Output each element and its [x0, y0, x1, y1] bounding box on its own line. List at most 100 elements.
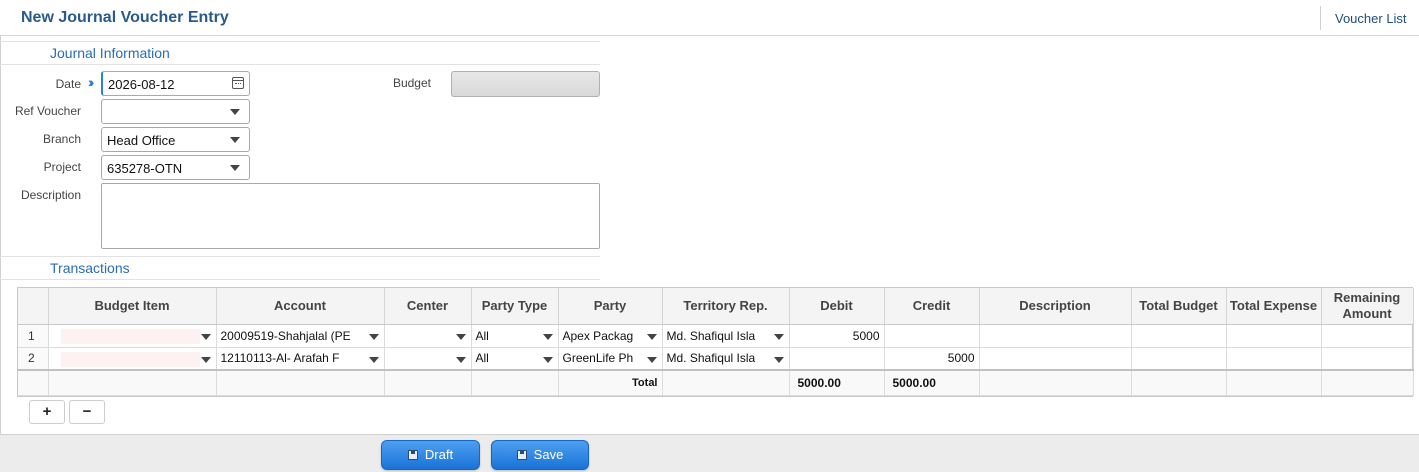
row-number: 1 — [18, 324, 49, 348]
total-row-spacer — [216, 369, 385, 396]
territory-rep-value: Md. Shafiqul Isla — [666, 351, 756, 366]
table-row: 2 12110113-Al- Arafah F All GreenLife Ph… — [18, 347, 1414, 371]
description-cell[interactable] — [979, 347, 1132, 371]
column-header[interactable]: Budget Item — [48, 288, 217, 325]
chevron-down-icon — [773, 356, 784, 363]
calendar-icon[interactable] — [232, 77, 244, 89]
ref-voucher-select[interactable] — [101, 99, 250, 124]
party-type-cell[interactable]: All — [471, 324, 559, 348]
transactions-table: Budget Item Account Center Party Type Pa… — [18, 288, 1414, 396]
budget-item-highlight — [60, 351, 200, 367]
header-divider — [1320, 6, 1321, 30]
page-title: New Journal Voucher Entry — [21, 9, 229, 26]
territory-rep-value: Md. Shafiqul Isla — [666, 328, 756, 343]
branch-select[interactable]: Head Office — [101, 127, 250, 152]
total-credit: 5000.00 — [884, 369, 980, 396]
branch-value: Head Office — [107, 133, 176, 148]
project-select[interactable]: 635278-OTN — [101, 155, 250, 180]
remove-row-button[interactable]: − — [69, 400, 105, 424]
chevron-down-icon — [200, 356, 211, 363]
ref-voucher-label: Ref Voucher — [14, 104, 81, 118]
add-row-button[interactable]: + — [29, 400, 65, 424]
chevron-down-icon — [542, 333, 553, 340]
center-cell[interactable] — [384, 347, 472, 371]
total-row-spacer — [662, 369, 790, 396]
date-field[interactable]: 2026-08-12 — [101, 71, 250, 96]
remaining-amount-cell — [1321, 347, 1414, 371]
chevron-down-icon — [368, 356, 379, 363]
column-header[interactable]: Party Type — [471, 288, 559, 325]
footer-bar: Draft Save — [0, 434, 1419, 472]
date-label: Date — [55, 77, 81, 91]
total-budget-cell — [1131, 324, 1227, 348]
column-header[interactable]: Territory Rep. — [662, 288, 790, 325]
account-cell[interactable]: 12110113-Al- Arafah F — [216, 347, 385, 371]
budget-item-cell[interactable] — [48, 347, 217, 371]
chevron-down-icon — [455, 356, 466, 363]
column-header[interactable]: Debit — [789, 288, 885, 325]
column-header[interactable]: Credit — [884, 288, 980, 325]
journal-information-heading: Journal Information — [0, 41, 600, 65]
total-row-spacer — [1226, 369, 1322, 396]
save-button[interactable]: Save — [491, 440, 589, 470]
total-expense-cell — [1226, 324, 1322, 348]
account-value: 12110113-Al- Arafah F — [220, 351, 340, 366]
chevron-down-icon — [200, 333, 211, 340]
center-cell[interactable] — [384, 324, 472, 348]
transactions-grid: Budget Item Account Center Party Type Pa… — [17, 287, 1414, 397]
chevron-down-icon — [773, 333, 784, 340]
column-header[interactable]: Total Expense — [1226, 288, 1322, 325]
description-cell[interactable] — [979, 324, 1132, 348]
save-label: Save — [533, 447, 564, 462]
budget-label: Budget — [392, 76, 431, 90]
credit-cell[interactable]: 5000 — [884, 347, 980, 371]
account-value: 20009519-Shahjalal (PE — [220, 328, 351, 343]
description-label: Description — [20, 188, 81, 202]
party-type-value: All — [475, 351, 489, 366]
floppy-disk-icon — [516, 450, 527, 460]
total-label: Total — [558, 369, 663, 396]
territory-rep-cell[interactable]: Md. Shafiqul Isla — [662, 324, 790, 348]
branch-label: Branch — [42, 132, 81, 146]
total-row-spacer — [18, 369, 49, 396]
draft-button[interactable]: Draft — [381, 440, 480, 470]
voucher-list-link[interactable]: Voucher List — [1335, 11, 1407, 26]
budget-item-highlight — [60, 328, 200, 344]
party-cell[interactable]: GreenLife Ph — [558, 347, 663, 371]
debit-cell[interactable]: 5000 — [789, 324, 885, 348]
account-cell[interactable]: 20009519-Shahjalal (PE — [216, 324, 385, 348]
chevron-down-icon — [542, 356, 553, 363]
description-textarea[interactable] — [101, 183, 600, 249]
chevron-down-icon — [368, 333, 379, 340]
project-value: 635278-OTN — [107, 161, 183, 176]
budget-item-cell[interactable] — [48, 324, 217, 348]
date-value: 2026-08-12 — [108, 77, 175, 92]
total-row-spacer — [48, 369, 217, 396]
party-type-value: All — [475, 328, 489, 343]
column-header[interactable]: Party — [558, 288, 663, 325]
debit-cell[interactable] — [789, 347, 885, 371]
column-header[interactable]: Center — [384, 288, 472, 325]
row-number: 2 — [18, 347, 49, 371]
column-header[interactable]: Account — [216, 288, 385, 325]
total-row-spacer — [979, 369, 1132, 396]
total-budget-cell — [1131, 347, 1227, 371]
remaining-amount-cell — [1321, 324, 1414, 348]
column-header[interactable]: Description — [979, 288, 1132, 325]
project-label: Project — [43, 160, 81, 174]
table-header-row: Budget Item Account Center Party Type Pa… — [18, 288, 1414, 325]
budget-field — [451, 71, 600, 97]
column-header[interactable]: Remaining Amount — [1321, 288, 1414, 325]
section-title: Transactions — [50, 260, 130, 276]
chevron-down-icon — [230, 109, 240, 115]
party-type-cell[interactable]: All — [471, 347, 559, 371]
column-header[interactable]: Total Budget — [1131, 288, 1227, 325]
credit-cell[interactable] — [884, 324, 980, 348]
column-header — [18, 288, 49, 325]
transactions-heading: Transactions — [0, 256, 600, 280]
territory-rep-cell[interactable]: Md. Shafiqul Isla — [662, 347, 790, 371]
party-cell[interactable]: Apex Packag — [558, 324, 663, 348]
party-value: Apex Packag — [562, 328, 634, 343]
chevron-down-icon — [646, 333, 657, 340]
draft-label: Draft — [424, 447, 454, 462]
